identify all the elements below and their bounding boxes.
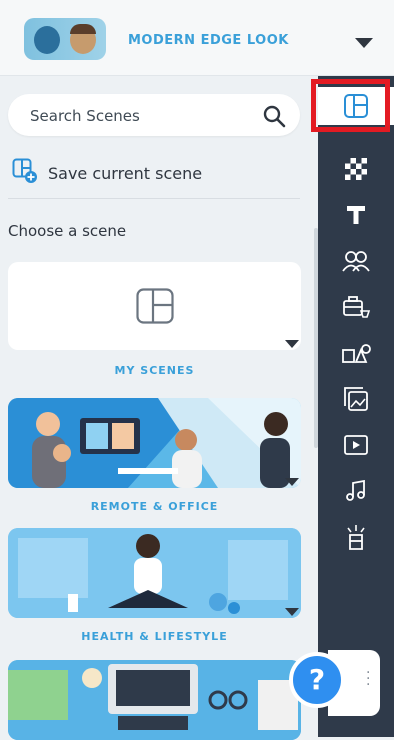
more-options-icon[interactable]: · · · bbox=[366, 666, 370, 692]
scene-card-health-lifestyle[interactable] bbox=[8, 528, 301, 618]
background-icon[interactable] bbox=[318, 150, 394, 188]
search-box[interactable] bbox=[8, 94, 300, 136]
effects-icon[interactable] bbox=[318, 518, 394, 556]
props-icon[interactable] bbox=[318, 288, 394, 326]
characters-icon[interactable] bbox=[318, 242, 394, 280]
health-lifestyle-illustration bbox=[8, 528, 301, 618]
scene-layout-icon bbox=[136, 288, 174, 328]
scene-card-tech[interactable] bbox=[8, 660, 301, 740]
tech-illustration bbox=[8, 660, 301, 740]
scene-card-label: HEALTH & LIFESTYLE bbox=[81, 630, 228, 643]
remote-office-illustration bbox=[8, 398, 301, 488]
project-header: MODERN EDGE LOOK bbox=[0, 0, 394, 76]
character-face-1 bbox=[34, 26, 60, 54]
save-current-scene-button[interactable]: Save current scene bbox=[12, 158, 202, 188]
music-icon[interactable] bbox=[318, 472, 394, 510]
scene-card-remote-office[interactable] bbox=[8, 398, 301, 488]
scene-card-my-scenes[interactable] bbox=[8, 262, 301, 350]
divider bbox=[8, 198, 300, 199]
help-button[interactable]: ? bbox=[289, 652, 345, 708]
text-icon[interactable] bbox=[318, 196, 394, 234]
tool-rail bbox=[318, 76, 394, 737]
video-icon[interactable] bbox=[318, 426, 394, 464]
choose-scene-heading: Choose a scene bbox=[8, 222, 127, 240]
images-icon[interactable] bbox=[318, 380, 394, 418]
scene-card-label: MY SCENES bbox=[114, 364, 195, 377]
search-icon[interactable] bbox=[262, 104, 286, 132]
scenes-tab-highlight bbox=[311, 79, 390, 132]
scene-card-label: REMOTE & OFFICE bbox=[90, 500, 219, 513]
expand-caret-icon[interactable] bbox=[285, 478, 299, 486]
caret-down-icon[interactable] bbox=[355, 38, 373, 48]
expand-caret-icon[interactable] bbox=[285, 340, 299, 348]
scenes-panel: Save current scene Choose a scene MY SCE… bbox=[0, 76, 318, 740]
project-title[interactable]: MODERN EDGE LOOK bbox=[128, 33, 289, 48]
add-scene-icon bbox=[12, 158, 38, 188]
character-avatars-icon[interactable] bbox=[24, 18, 106, 60]
search-input[interactable] bbox=[28, 104, 252, 128]
expand-caret-icon[interactable] bbox=[285, 608, 299, 616]
character-hair bbox=[70, 24, 96, 34]
shapes-icon[interactable] bbox=[318, 334, 394, 372]
save-current-scene-label: Save current scene bbox=[48, 163, 203, 183]
